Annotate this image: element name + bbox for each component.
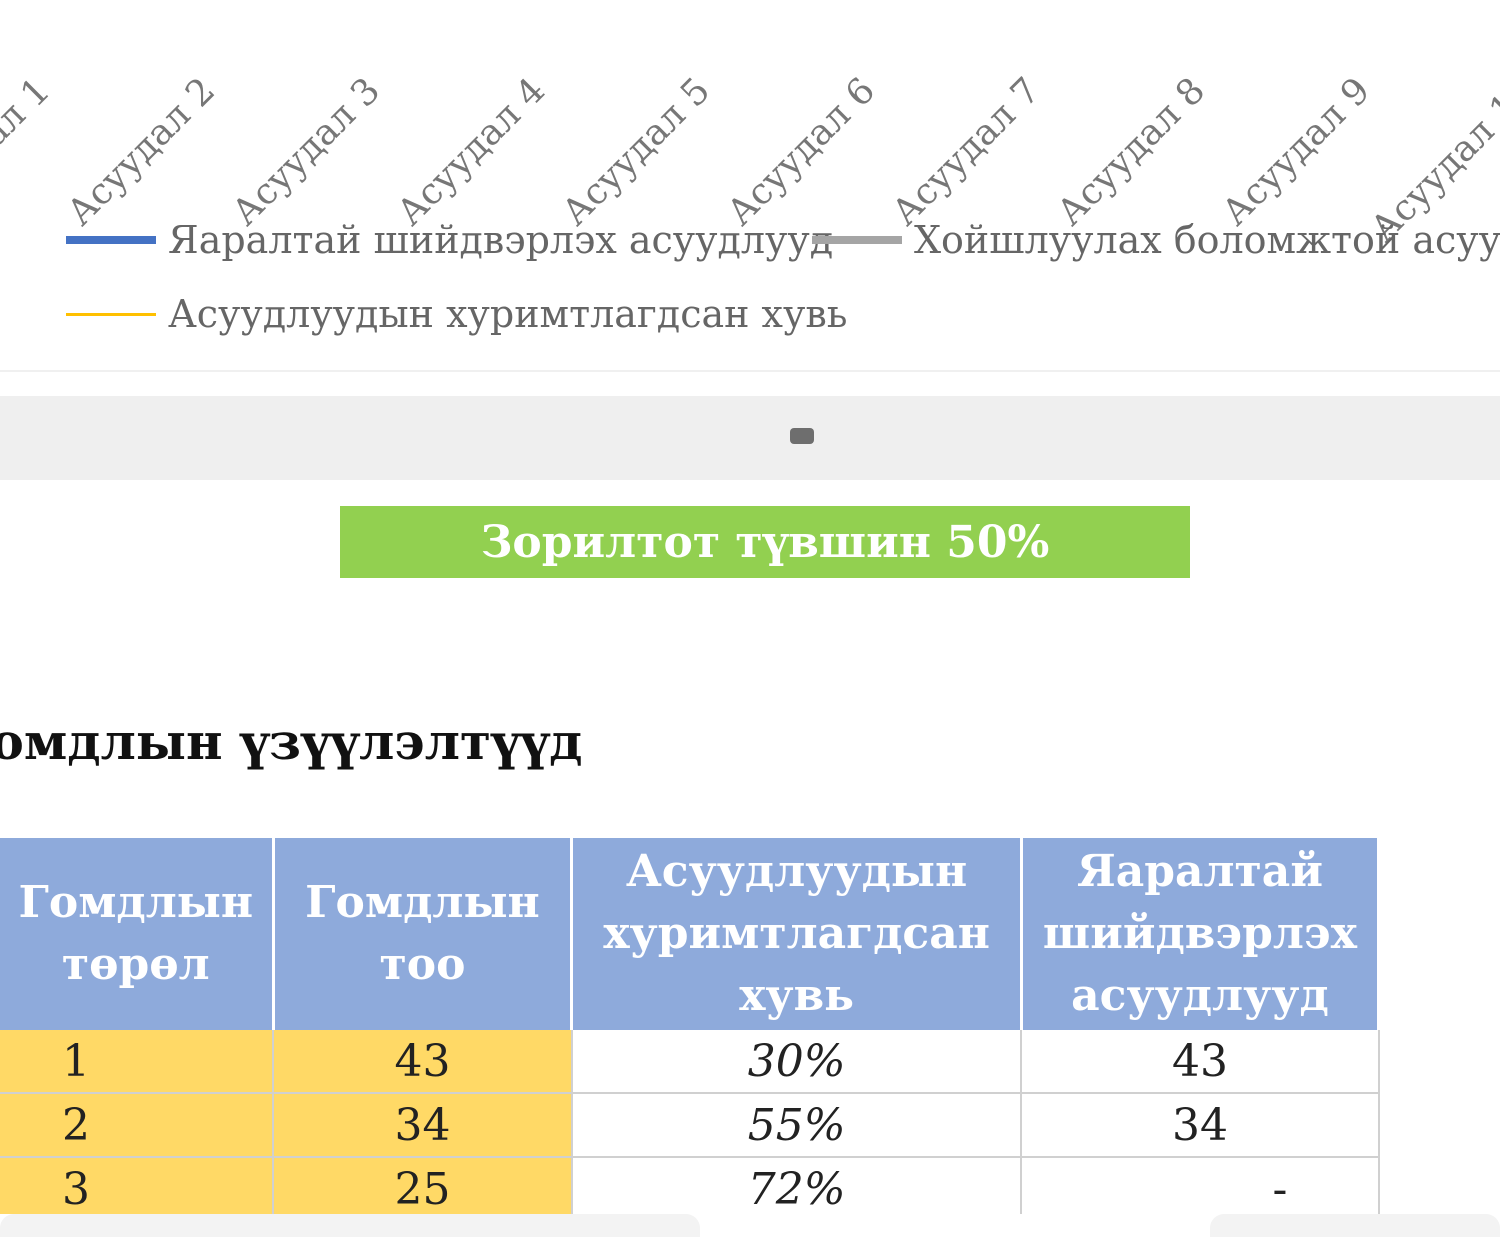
cell-cumulative[interactable]: 30%: [571, 1030, 1023, 1094]
axis-label-9: Асуудал 9: [1214, 69, 1379, 234]
complaints-table: Гомдлын төрөл Гомдлын тоо Асуудлуудын ху…: [0, 838, 1381, 1214]
legend-swatch-gray: [812, 236, 902, 244]
cell-type[interactable]: 1: [0, 1030, 275, 1094]
chart-category-axis: Асуудал 1 Асуудал 2 Асуудал 3 Асуудал 4 Асуу…: [0, 0, 1500, 250]
axis-label-6: Асуудал 6: [719, 69, 884, 234]
legend-label-cumulative: Асуудлуудын хуримтлагдсан хувь: [168, 292, 848, 336]
table-row: 2 34 55% 34: [0, 1093, 1380, 1158]
axis-label-1: Асуудал 1: [0, 69, 59, 234]
col-header-count[interactable]: Гомдлын тоо: [273, 838, 574, 1030]
spreadsheet-view: Асуудал 1 Асуудал 2 Асуудал 3 Асуудал 4 Асуу…: [0, 0, 1500, 1237]
cell-type[interactable]: 2: [0, 1093, 275, 1158]
cell-count[interactable]: 43: [273, 1030, 573, 1094]
axis-label-8: Асуудал 8: [1049, 69, 1214, 234]
horizontal-scrollbar-track[interactable]: [0, 1214, 700, 1237]
col-header-type[interactable]: Гомдлын төрөл: [0, 838, 275, 1030]
splitter-grip-icon[interactable]: [790, 428, 814, 444]
chart-legend-item-deferrable: Хойшлуулах боломжтой асуудлууд: [812, 218, 1500, 262]
table-row: 3 25 72% -: [0, 1157, 1380, 1214]
col-header-urgent[interactable]: Яаралтай шийдвэрлэх асуудлууд: [1021, 838, 1381, 1030]
section-heading: Гомдлын үзүүлэлтүүд: [0, 712, 583, 771]
pane-splitter[interactable]: [0, 396, 1500, 480]
chart-legend-item-cumulative: Асуудлуудын хуримтлагдсан хувь: [66, 292, 847, 336]
cell-urgent[interactable]: 34: [1021, 1093, 1380, 1158]
axis-label-7: Асуудал 7: [884, 69, 1049, 234]
table-viewport: Гомдлын төрөл Гомдлын тоо Асуудлуудын ху…: [0, 838, 1500, 1214]
axis-label-4: Асуудал 4: [389, 69, 554, 234]
horizontal-scrollbar-thumb[interactable]: [1210, 1214, 1500, 1237]
table-header-row: Гомдлын төрөл Гомдлын тоо Асуудлуудын ху…: [0, 838, 1381, 1030]
cell-cumulative[interactable]: 72%: [571, 1157, 1023, 1214]
cell-type[interactable]: 3: [0, 1157, 275, 1214]
legend-swatch-blue: [66, 236, 156, 244]
cell-count[interactable]: 25: [273, 1157, 573, 1214]
cell-urgent[interactable]: 43: [1021, 1030, 1380, 1094]
col-header-cumulative[interactable]: Асуудлуудын хуримтлагдсан хувь: [571, 838, 1023, 1030]
cell-count[interactable]: 34: [273, 1093, 573, 1158]
table-row: 1 43 30% 43: [0, 1030, 1380, 1094]
legend-swatch-orange: [66, 312, 156, 316]
cell-cumulative[interactable]: 55%: [571, 1093, 1023, 1158]
cell-urgent[interactable]: -: [1021, 1157, 1380, 1214]
target-level-banner: Зорилтот түвшин 50%: [340, 506, 1190, 578]
legend-label-deferrable: Хойшлуулах боломжтой асуудлууд: [914, 218, 1500, 262]
chart-legend-item-urgent: Яаралтай шийдвэрлэх асуудлууд: [66, 218, 833, 262]
legend-label-urgent: Яаралтай шийдвэрлэх асуудлууд: [168, 218, 834, 262]
axis-label-5: Асуудал 5: [554, 69, 719, 234]
chart-bottom-border: [0, 370, 1500, 372]
axis-label-3: Асуудал 3: [224, 69, 389, 234]
axis-label-2: Асуудал 2: [59, 69, 224, 234]
